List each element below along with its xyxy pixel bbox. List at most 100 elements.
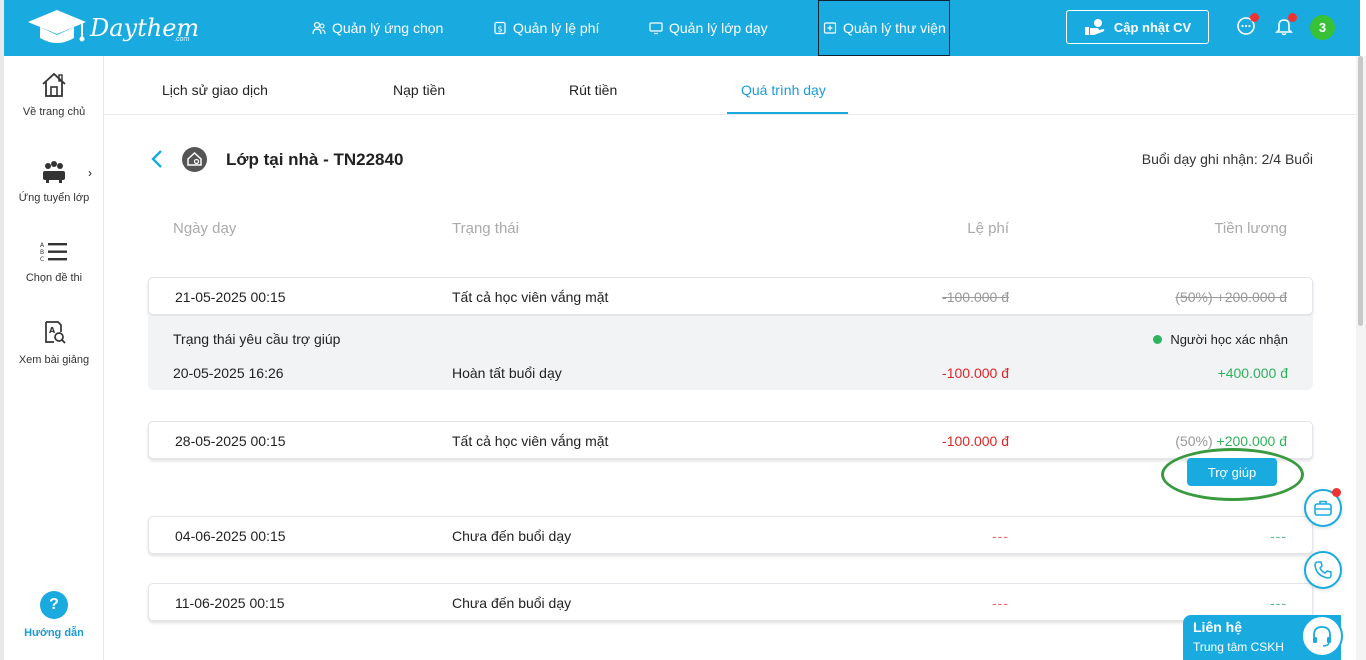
- tab-transaction-history[interactable]: Lịch sử giao dịch: [162, 82, 268, 98]
- svg-text:A: A: [40, 242, 45, 249]
- session-status: Chưa đến buổi dạy: [452, 528, 572, 544]
- session-fee: -100.000 đ: [942, 433, 1009, 449]
- green-dot-icon: [1153, 335, 1163, 344]
- tab-teaching-process[interactable]: Quá trình dạy: [741, 82, 826, 98]
- nav-library-management[interactable]: Quản lý thư viện: [818, 0, 950, 56]
- table-row[interactable]: 28-05-2025 00:15 Tất cả học viên vắng mặ…: [148, 421, 1313, 459]
- group-icon: [43, 161, 65, 183]
- column-header-fee: Lệ phí: [967, 220, 1009, 237]
- sidebar-item-label: Về trang chủ: [22, 106, 86, 118]
- sidebar: Về trang chủ Ứng tuyển lớp › ABC Chọn đề…: [4, 56, 104, 660]
- help-request-detail: Trạng thái yêu cầu trợ giúp Người học xá…: [148, 316, 1313, 390]
- phone-icon: [1314, 561, 1332, 579]
- home-class-icon: [182, 147, 207, 172]
- session-status: Tất cả học viên vắng mặt: [452, 433, 609, 449]
- help-request-fee: -100.000 đ: [942, 365, 1009, 381]
- sidebar-item-label: Ứng tuyển lớp: [18, 192, 90, 204]
- session-date: 04-06-2025 00:15: [175, 528, 286, 544]
- contact-support-widget[interactable]: Liên hệ Trung tâm CSKH: [1183, 615, 1343, 660]
- notification-unread-dot: [1288, 13, 1297, 22]
- column-header-salary: Tiền lương: [1214, 220, 1287, 237]
- help-request-label: Trạng thái yêu cầu trợ giúp: [173, 331, 341, 347]
- fee-icon: $: [494, 21, 506, 35]
- table-row[interactable]: 21-05-2025 00:15 Tất cả học viên vắng mặ…: [148, 277, 1313, 315]
- session-fee: ---: [992, 528, 1009, 544]
- session-fee: -100.000 đ: [942, 289, 1009, 305]
- salary-percent: (50%): [1175, 433, 1213, 449]
- graduation-cap-icon: [28, 10, 86, 43]
- session-status: Tất cả học viên vắng mặt: [452, 289, 609, 305]
- session-date: 21-05-2025 00:15: [175, 289, 286, 305]
- table-row[interactable]: 04-06-2025 00:15 Chưa đến buổi dạy --- -…: [148, 516, 1313, 554]
- app-window: Daythem .com Quản lý ứng chọn $ Quản lý …: [0, 0, 1366, 660]
- contact-title: Liên hệ: [1193, 619, 1243, 635]
- scrollbar[interactable]: [1356, 56, 1366, 660]
- tab-bar: Lịch sử giao dịch Nạp tiền Rút tiền Quá …: [104, 68, 1356, 115]
- library-icon: [823, 22, 837, 34]
- top-header: Daythem .com Quản lý ứng chọn $ Quản lý …: [4, 0, 1360, 56]
- contact-subtitle: Trung tâm CSKH: [1193, 640, 1284, 654]
- session-status: Chưa đến buổi dạy: [452, 595, 572, 611]
- salary-amount: +200.000 đ: [1216, 433, 1287, 449]
- briefcase-icon: [1314, 500, 1332, 516]
- column-header-date: Ngày dạy: [173, 220, 237, 237]
- users-icon: [312, 21, 326, 35]
- svg-text:$: $: [497, 25, 502, 34]
- sidebar-item-label: Chọn đề thi: [25, 272, 83, 284]
- highlight-oval: [1161, 448, 1304, 501]
- tab-withdraw[interactable]: Rút tiền: [569, 82, 617, 98]
- hand-coin-icon: [1084, 19, 1105, 35]
- logo[interactable]: Daythem .com: [26, 8, 199, 48]
- help-label: Hướng dẫn: [24, 627, 84, 639]
- sidebar-item-view-lesson[interactable]: A Xem bài giảng: [4, 320, 104, 366]
- tab-deposit[interactable]: Nạp tiền: [393, 82, 445, 98]
- session-salary: ---: [1270, 528, 1287, 544]
- sidebar-item-label: Xem bài giảng: [18, 354, 90, 366]
- column-header-status: Trạng thái: [452, 220, 519, 237]
- nav-label: Quản lý ứng chọn: [332, 20, 444, 36]
- help-request-status: Hoàn tất buổi dạy: [452, 365, 562, 381]
- abc-list-icon: ABC: [40, 242, 67, 263]
- sidebar-help[interactable]: ? Hướng dẫn: [4, 591, 104, 639]
- session-salary: ---: [1270, 595, 1287, 611]
- help-request-date: 20-05-2025 16:26: [173, 365, 284, 381]
- recorded-sessions: Buổi dạy ghi nhận: 2/4 Buổi: [1141, 151, 1313, 167]
- sidebar-item-choose-exam[interactable]: ABC Chọn đề thi: [4, 240, 104, 284]
- svg-text:C: C: [40, 256, 44, 263]
- active-tab-indicator: [727, 112, 848, 114]
- help-request-salary: +400.000 đ: [1217, 365, 1288, 381]
- scrollbar-thumb[interactable]: [1358, 56, 1363, 326]
- svg-text:B: B: [40, 249, 44, 256]
- session-date: 11-06-2025 00:15: [175, 595, 285, 611]
- logo-suffix: .com: [174, 36, 190, 43]
- nav-label: Quản lý lớp dạy: [669, 20, 768, 36]
- sidebar-item-home[interactable]: Về trang chủ: [4, 72, 104, 118]
- nav-label: Quản lý thư viện: [843, 20, 946, 36]
- home-icon: [42, 72, 66, 97]
- headset-icon: [1301, 615, 1343, 657]
- monitor-icon: [649, 22, 663, 35]
- back-arrow-icon[interactable]: [150, 149, 164, 169]
- status-badge-text: Người học xác nhận: [1170, 332, 1288, 347]
- chat-unread-dot: [1250, 13, 1259, 22]
- nav-label: Quản lý lệ phí: [513, 20, 600, 36]
- session-salary: (50%) +200.000 đ: [1175, 289, 1287, 305]
- briefcase-unread-dot: [1332, 488, 1341, 497]
- session-salary: (50%) +200.000 đ: [1175, 433, 1287, 449]
- update-cv-button[interactable]: Cập nhật CV: [1066, 10, 1209, 44]
- status-badge: Người học xác nhận: [1153, 332, 1288, 347]
- nav-fee-management[interactable]: $ Quản lý lệ phí: [493, 0, 599, 56]
- table-row[interactable]: 11-06-2025 00:15 Chưa đến buổi dạy --- -…: [148, 583, 1313, 621]
- nav-candidate-management[interactable]: Quản lý ứng chọn: [312, 0, 443, 56]
- chevron-right-icon[interactable]: ›: [88, 166, 92, 180]
- session-fee: ---: [992, 595, 1009, 611]
- question-icon: ?: [40, 591, 68, 619]
- nav-class-management[interactable]: Quản lý lớp dạy: [649, 0, 768, 56]
- update-cv-label: Cập nhật CV: [1113, 19, 1192, 35]
- class-title: Lớp tại nhà - TN22840: [226, 150, 404, 169]
- svg-text:A: A: [49, 326, 56, 335]
- session-date: 28-05-2025 00:15: [175, 433, 286, 449]
- floating-phone-button[interactable]: [1304, 551, 1342, 589]
- lesson-icon: A: [45, 321, 66, 344]
- avatar[interactable]: 3: [1310, 15, 1335, 40]
